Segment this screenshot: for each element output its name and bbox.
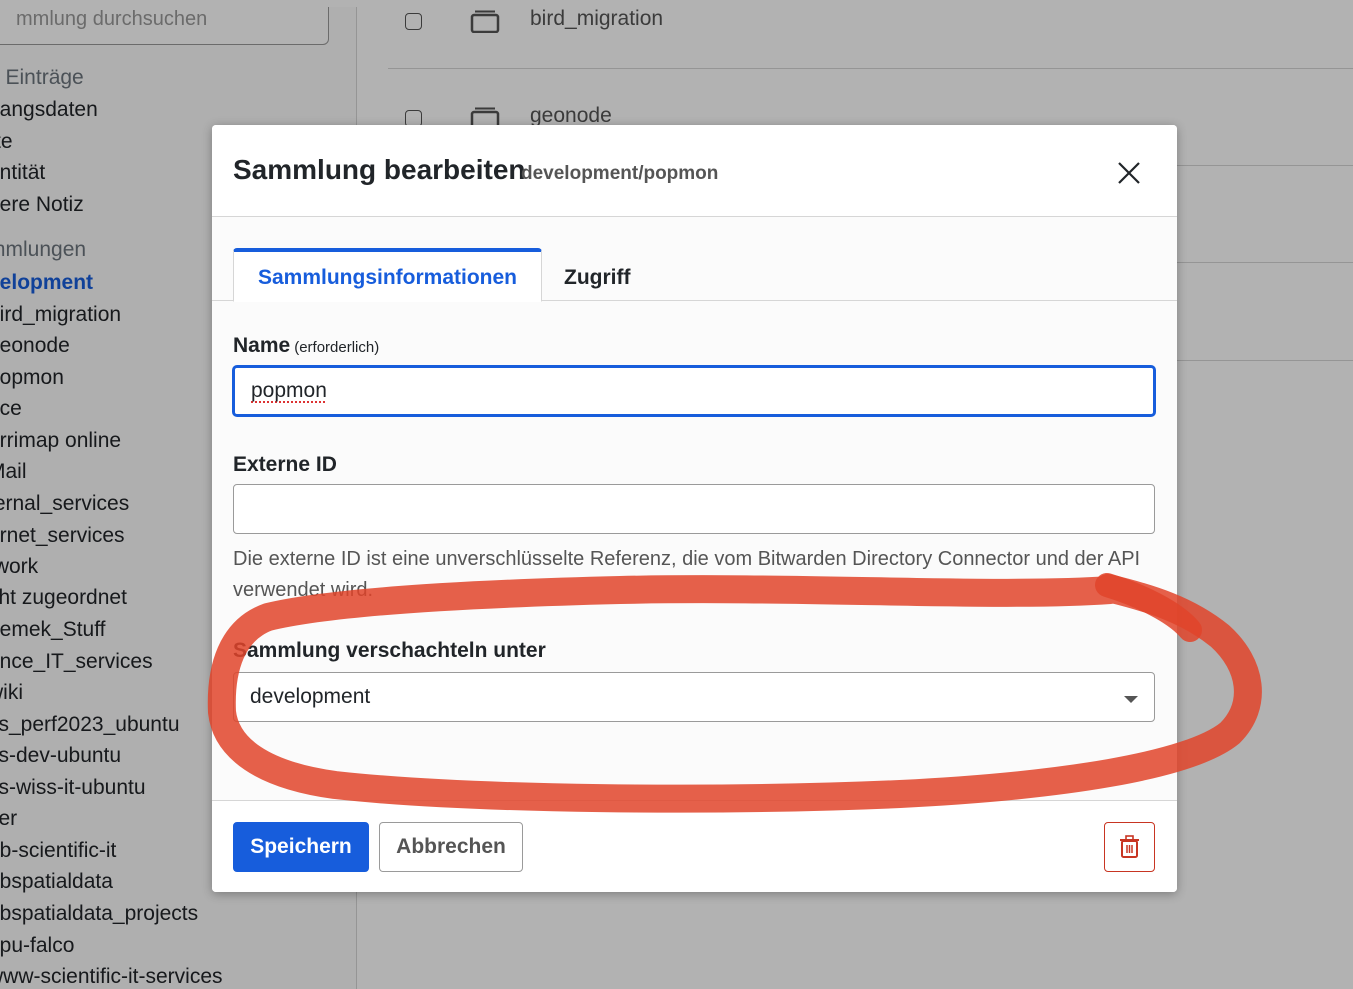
close-icon bbox=[1118, 162, 1140, 184]
save-button[interactable]: Speichern bbox=[233, 822, 369, 872]
external-id-input[interactable] bbox=[233, 484, 1155, 534]
chevron-down-icon bbox=[1124, 696, 1138, 703]
tab-access[interactable]: Zugriff bbox=[542, 248, 657, 301]
delete-button[interactable] bbox=[1104, 822, 1155, 872]
edit-collection-dialog: Sammlung bearbeiten development/popmon S… bbox=[212, 125, 1177, 892]
cancel-button[interactable]: Abbrechen bbox=[379, 822, 523, 872]
nest-under-value: development bbox=[250, 685, 371, 708]
dialog-body: Sammlungsinformationen Zugriff Name (erfo… bbox=[212, 217, 1177, 800]
name-input[interactable] bbox=[233, 366, 1155, 416]
tab-collection-info[interactable]: Sammlungsinformationen bbox=[233, 248, 542, 302]
required-hint: (erforderlich) bbox=[294, 339, 380, 356]
external-id-hint: Die externe ID ist eine unverschlüsselte… bbox=[233, 548, 1141, 601]
external-id-label: Externe ID bbox=[233, 453, 337, 476]
dialog-subtitle: development/popmon bbox=[521, 163, 719, 184]
dialog-header: Sammlung bearbeiten development/popmon bbox=[212, 125, 1177, 217]
name-label-text: Name bbox=[233, 334, 291, 357]
name-input-value: popmon bbox=[251, 379, 327, 402]
dialog-footer: Speichern Abbrechen bbox=[212, 800, 1177, 892]
dialog-title: Sammlung bearbeiten bbox=[233, 154, 526, 185]
close-button[interactable] bbox=[1109, 153, 1149, 193]
name-label: Name (erforderlich) bbox=[233, 334, 379, 358]
nest-under-label: Sammlung verschachteln unter bbox=[233, 639, 546, 662]
tab-bar: Sammlungsinformationen Zugriff bbox=[212, 217, 1177, 302]
trash-icon bbox=[1120, 835, 1139, 858]
nest-under-select[interactable]: development bbox=[233, 672, 1155, 722]
